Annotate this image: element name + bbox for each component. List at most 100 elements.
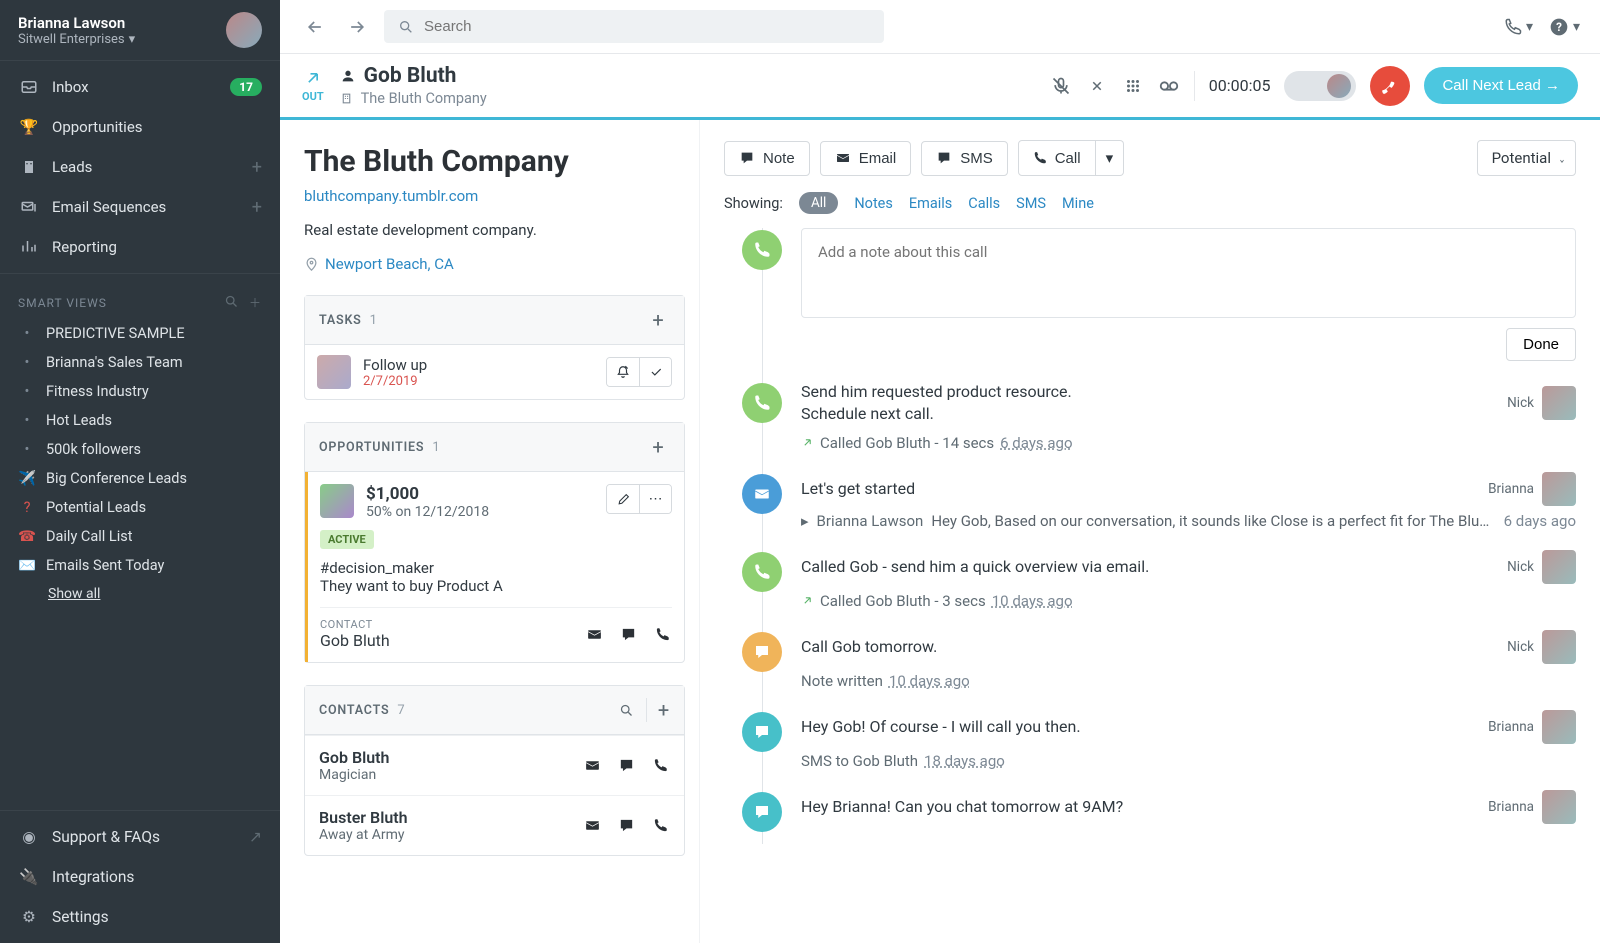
email-icon[interactable] <box>584 624 604 644</box>
call-bar: OUT Gob Bluth The Bluth Company 00:00:05… <box>280 54 1600 120</box>
lead-location[interactable]: Newport Beach, CA <box>304 255 685 273</box>
phone-menu[interactable]: ▾ <box>1504 18 1533 36</box>
nav-support[interactable]: ◉Support & FAQs↗ <box>0 817 280 857</box>
activity-item[interactable]: Let's get started Brianna ▸Brianna Lawso… <box>801 472 1576 550</box>
filter-sms[interactable]: SMS <box>1016 195 1046 212</box>
activity-item[interactable]: Hey Brianna! Can you chat tomorrow at 9A… <box>801 790 1576 844</box>
forward-button[interactable] <box>342 12 372 42</box>
filter-notes[interactable]: Notes <box>854 195 893 212</box>
add-lead-icon[interactable]: + <box>252 157 262 178</box>
voicemail-button[interactable] <box>1158 75 1180 97</box>
filter-calls[interactable]: Calls <box>968 195 1000 212</box>
filter-emails[interactable]: Emails <box>909 195 952 212</box>
sms-icon <box>742 712 782 752</box>
activity-column: Note Email SMS Call ▾ Potential Showing:… <box>700 120 1600 943</box>
status-badge: ACTIVE <box>320 530 374 549</box>
activity-item[interactable]: Called Gob - send him a quick overview v… <box>801 550 1576 630</box>
nav-settings[interactable]: ⚙Settings <box>0 897 280 937</box>
smart-view-item[interactable]: •Fitness Industry <box>0 377 280 406</box>
add-task-button[interactable]: + <box>646 308 670 332</box>
opportunity-menu-button[interactable]: ⋯ <box>639 485 671 513</box>
nav-inbox[interactable]: Inbox 17 <box>0 67 280 107</box>
email-icon[interactable] <box>582 756 602 776</box>
smart-view-item[interactable]: •Brianna's Sales Team <box>0 348 280 377</box>
sms-icon[interactable] <box>616 756 636 776</box>
primary-nav: Inbox 17 🏆 Opportunities Leads + Email S… <box>0 60 280 274</box>
sms-icon[interactable] <box>618 624 638 644</box>
call-button[interactable]: Call <box>1018 140 1096 176</box>
opportunity-row: $1,000 50% on 12/12/2018 ⋯ ACTIVE #decis… <box>305 472 684 662</box>
filter-all[interactable]: All <box>799 192 838 214</box>
back-button[interactable] <box>300 12 330 42</box>
note-button[interactable]: Note <box>724 141 810 176</box>
plug-icon: 🔌 <box>18 866 40 888</box>
search-contacts-button[interactable] <box>619 703 634 718</box>
smart-view-item[interactable]: ☎Daily Call List <box>0 522 280 551</box>
filter-mine[interactable]: Mine <box>1062 195 1094 212</box>
mute-button[interactable] <box>1050 75 1072 97</box>
nav-leads[interactable]: Leads + <box>0 147 280 187</box>
add-sequence-icon[interactable]: + <box>252 197 262 218</box>
lead-status-select[interactable]: Potential <box>1477 140 1576 176</box>
activity-item[interactable]: Send him requested product resource. Sch… <box>801 381 1576 472</box>
nav-email-sequences[interactable]: Email Sequences + <box>0 187 280 227</box>
org-switcher[interactable]: Sitwell Enterprises▾ <box>18 32 226 47</box>
smart-views: SMART VIEWS ＋ •PREDICTIVE SAMPLE •Briann… <box>0 274 280 810</box>
add-smart-view-icon[interactable]: ＋ <box>249 294 262 311</box>
sms-button[interactable]: SMS <box>921 141 1008 176</box>
activity-item[interactable]: Call Gob tomorrow. Nick Note written 10 … <box>801 630 1576 710</box>
email-icon[interactable] <box>582 816 602 836</box>
call-dropdown-button[interactable]: ▾ <box>1096 140 1125 176</box>
nav-reporting[interactable]: Reporting <box>0 227 280 267</box>
lead-name: The Bluth Company <box>304 144 685 179</box>
contact-row[interactable]: Gob Bluth Magician <box>305 735 684 795</box>
show-all-link[interactable]: Show all <box>0 580 280 608</box>
airplane-icon: ✈️ <box>18 470 36 487</box>
phone-icon[interactable] <box>650 816 670 836</box>
help-menu[interactable]: ?▾ <box>1549 17 1580 37</box>
search-input-container[interactable] <box>384 10 884 43</box>
transfer-button[interactable] <box>1086 75 1108 97</box>
smart-view-item[interactable]: ?Potential Leads <box>0 493 280 522</box>
hangup-button[interactable] <box>1370 66 1410 106</box>
task-row[interactable]: Follow up 2/7/2019 <box>305 345 684 399</box>
contact-row[interactable]: Buster Bluth Away at Army <box>305 795 684 855</box>
tasks-panel: TASKS 1 + Follow up 2/7/2019 <box>304 295 685 400</box>
activity-compose: Done <box>801 228 1576 381</box>
avatar <box>1542 630 1576 664</box>
call-assign-toggle[interactable] <box>1284 71 1356 101</box>
building-icon <box>18 156 40 178</box>
dialpad-button[interactable] <box>1122 75 1144 97</box>
avatar[interactable] <box>226 12 262 48</box>
smart-view-item[interactable]: ✈️Big Conference Leads <box>0 464 280 493</box>
chevron-right-icon: ▸ <box>801 512 809 530</box>
nav-opportunities[interactable]: 🏆 Opportunities <box>0 107 280 147</box>
call-next-lead-button[interactable]: Call Next Lead → <box>1424 67 1578 104</box>
nav-integrations[interactable]: 🔌Integrations <box>0 857 280 897</box>
smart-view-item[interactable]: ✉️Emails Sent Today <box>0 551 280 580</box>
search-input[interactable] <box>424 18 870 35</box>
complete-task-button[interactable] <box>639 358 671 386</box>
phone-icon[interactable] <box>652 624 672 644</box>
lead-url[interactable]: bluthcompany.tumblr.com <box>304 187 478 205</box>
email-button[interactable]: Email <box>820 141 912 176</box>
sequence-icon <box>18 196 40 218</box>
add-contact-button[interactable]: + <box>646 698 670 722</box>
phone-icon: ☎ <box>18 528 36 545</box>
smart-view-item[interactable]: •PREDICTIVE SAMPLE <box>0 319 280 348</box>
snooze-button[interactable] <box>607 358 639 386</box>
note-textarea[interactable] <box>818 243 1559 299</box>
phone-icon[interactable] <box>650 756 670 776</box>
activity-item[interactable]: Hey Gob! Of course - I will call you the… <box>801 710 1576 790</box>
smart-view-item[interactable]: •500k followers <box>0 435 280 464</box>
task-actions <box>606 357 672 387</box>
sms-icon <box>742 792 782 832</box>
add-opportunity-button[interactable]: + <box>646 435 670 459</box>
sms-icon[interactable] <box>616 816 636 836</box>
chevron-down-icon: ▾ <box>1526 19 1533 35</box>
done-button[interactable]: Done <box>1506 328 1576 361</box>
person-icon <box>340 68 356 84</box>
search-icon[interactable] <box>224 294 239 311</box>
smart-view-item[interactable]: •Hot Leads <box>0 406 280 435</box>
edit-opportunity-button[interactable] <box>607 485 639 513</box>
